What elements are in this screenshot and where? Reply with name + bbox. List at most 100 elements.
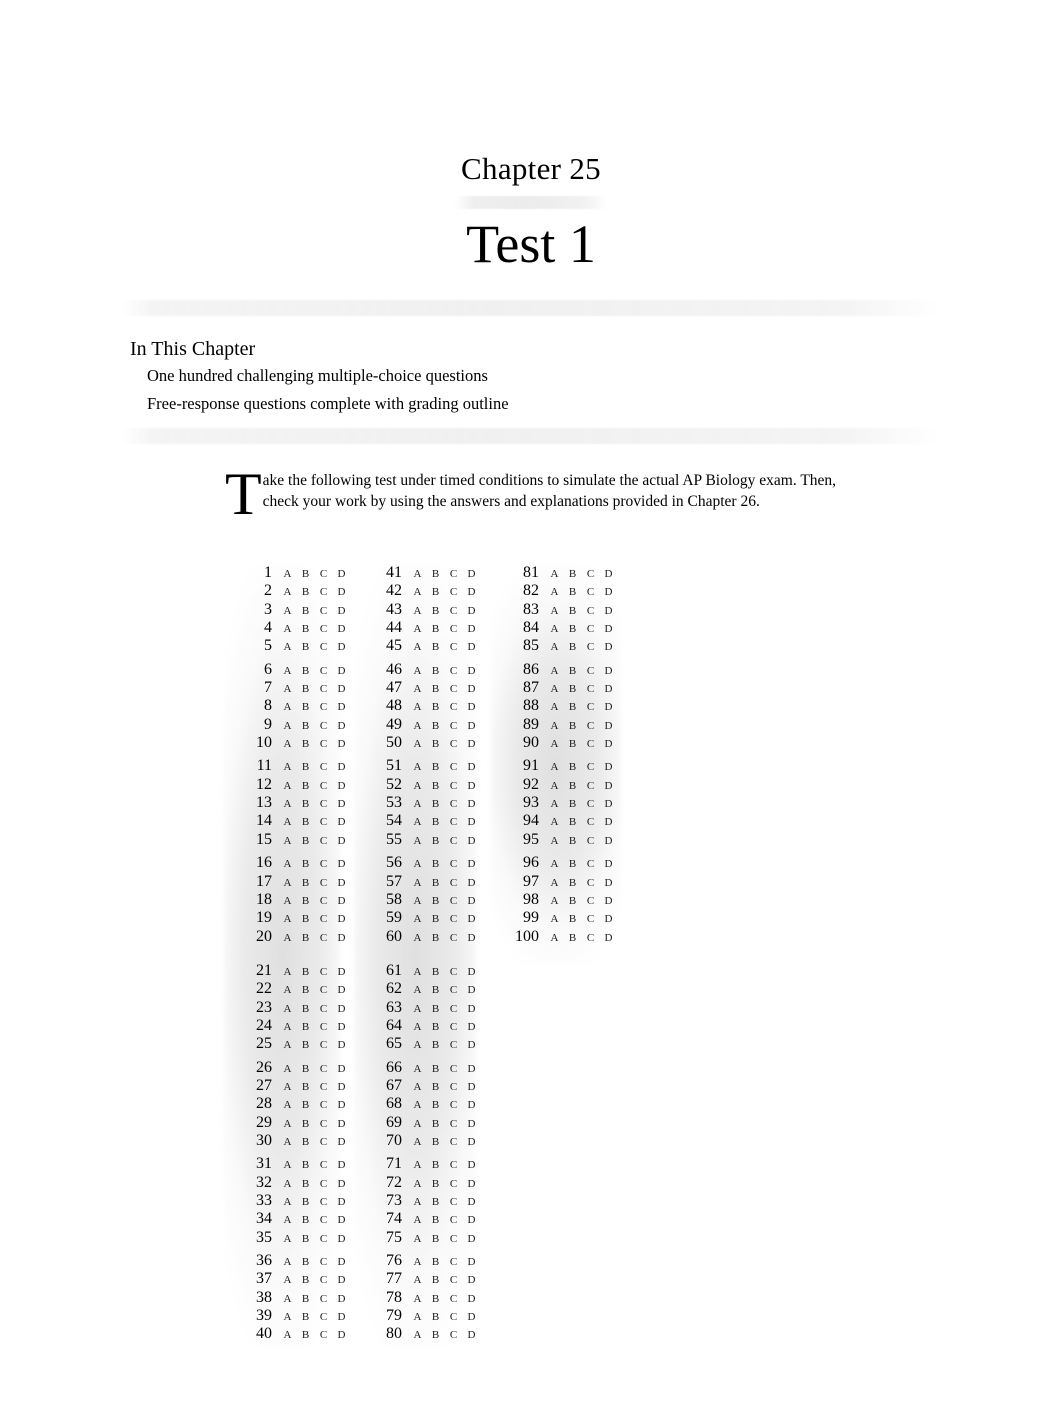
choice-b-q65[interactable]: B (427, 1040, 444, 1051)
answer-row-17[interactable]: 17 A B C D (238, 873, 350, 892)
choice-a-q72[interactable]: A (409, 1178, 426, 1190)
choice-c-q65[interactable]: C (445, 1040, 462, 1051)
choice-d-q39[interactable]: D (333, 1312, 350, 1323)
choice-c-q11[interactable]: C (315, 762, 332, 773)
choice-d-q42[interactable]: D (463, 587, 480, 598)
choice-b-q19[interactable]: B (297, 914, 314, 925)
answer-row-96[interactable]: 96 A B C D (505, 855, 617, 873)
choice-a-q15[interactable]: A (279, 835, 296, 847)
choice-d-q98[interactable]: D (600, 895, 617, 907)
answer-row-1[interactable]: 1ABCD (238, 565, 350, 583)
choice-c-q48[interactable]: C (445, 702, 462, 713)
choice-c-q40[interactable]: C (315, 1330, 332, 1341)
choice-b-q99[interactable]: B (564, 914, 581, 925)
choice-a-q41[interactable]: A (409, 569, 426, 580)
choice-c-q3[interactable]: C (315, 605, 332, 617)
choice-a-q12[interactable]: A (279, 780, 296, 792)
choice-c-q37[interactable]: C (315, 1275, 332, 1286)
answer-row-64[interactable]: 64 A B C D (368, 1017, 480, 1036)
choice-c-q22[interactable]: C (315, 985, 332, 996)
answer-row-75[interactable]: 75 A B C D (368, 1229, 480, 1248)
answer-row-55[interactable]: 55 A B C D (368, 831, 480, 850)
answer-row-76[interactable]: 76 A B C D (368, 1253, 480, 1271)
choice-b-q92[interactable]: B (564, 780, 581, 792)
choice-c-q29[interactable]: C (315, 1118, 332, 1130)
choice-c-q61[interactable]: C (445, 966, 462, 978)
choice-b-q2[interactable]: B (297, 587, 314, 598)
choice-c-q49[interactable]: C (445, 720, 462, 732)
choice-c-q92[interactable]: C (582, 780, 599, 792)
choice-c-q59[interactable]: C (445, 914, 462, 925)
answer-row-53[interactable]: 53 A B C D (368, 795, 480, 813)
choice-c-q51[interactable]: C (445, 762, 462, 773)
choice-c-q75[interactable]: C (445, 1233, 462, 1245)
choice-b-q24[interactable]: B (297, 1021, 314, 1033)
choice-c-q98[interactable]: C (582, 895, 599, 907)
choice-b-q12[interactable]: B (297, 780, 314, 792)
choice-a-q55[interactable]: A (409, 835, 426, 847)
answer-row-81[interactable]: 81 A B C D (505, 565, 617, 583)
choice-d-q38[interactable]: D (333, 1293, 350, 1305)
choice-b-q95[interactable]: B (564, 835, 581, 847)
choice-c-q79[interactable]: C (445, 1312, 462, 1323)
choice-b-q97[interactable]: B (564, 877, 581, 889)
choice-d-q49[interactable]: D (463, 720, 480, 732)
choice-d-q31[interactable]: D (333, 1160, 350, 1171)
answer-row-88[interactable]: 88 A B C D (505, 698, 617, 716)
choice-c-q82[interactable]: C (582, 587, 599, 598)
choice-c-q32[interactable]: C (315, 1178, 332, 1190)
choice-b-q81[interactable]: B (564, 569, 581, 580)
choice-d-q12[interactable]: D (333, 780, 350, 792)
choice-c-q66[interactable]: C (445, 1063, 462, 1075)
choice-c-q95[interactable]: C (582, 835, 599, 847)
choice-c-q45[interactable]: C (445, 642, 462, 653)
choice-d-q9[interactable]: D (333, 720, 350, 732)
choice-a-q19[interactable]: A (279, 914, 296, 925)
choice-c-q16[interactable]: C (315, 859, 332, 870)
choice-d-q88[interactable]: D (600, 702, 617, 713)
choice-c-q12[interactable]: C (315, 780, 332, 792)
choice-c-q2[interactable]: C (315, 587, 332, 598)
answer-row-19[interactable]: 19 A B C D (238, 910, 350, 928)
answer-row-100[interactable]: 100 A B C D (505, 928, 617, 947)
choice-a-q96[interactable]: A (546, 859, 563, 870)
answer-row-38[interactable]: 38 A B C D (238, 1289, 350, 1308)
answer-row-95[interactable]: 95 A B C D (505, 831, 617, 850)
choice-c-q14[interactable]: C (315, 817, 332, 828)
choice-c-q81[interactable]: C (582, 569, 599, 580)
choice-a-q37[interactable]: A (279, 1275, 296, 1286)
choice-b-q63[interactable]: B (427, 1003, 444, 1015)
choice-b-q68[interactable]: B (427, 1100, 444, 1111)
choice-c-q28[interactable]: C (315, 1100, 332, 1111)
choice-d-q16[interactable]: D (333, 859, 350, 870)
choice-a-q63[interactable]: A (409, 1003, 426, 1015)
choice-d-q55[interactable]: D (463, 835, 480, 847)
choice-a-q87[interactable]: A (546, 684, 563, 695)
choice-b-q36[interactable]: B (297, 1257, 314, 1268)
choice-c-q9[interactable]: C (315, 720, 332, 732)
answer-row-12[interactable]: 12 A B C D (238, 776, 350, 795)
choice-a-q74[interactable]: A (409, 1215, 426, 1226)
choice-a-q77[interactable]: A (409, 1275, 426, 1286)
choice-d-q44[interactable]: D (463, 624, 480, 635)
choice-c-q86[interactable]: C (582, 665, 599, 677)
choice-d-q20[interactable]: D (333, 932, 350, 944)
choice-a-q75[interactable]: A (409, 1233, 426, 1245)
choice-a-q61[interactable]: A (409, 966, 426, 978)
choice-b-q70[interactable]: B (427, 1136, 444, 1148)
choice-c-q50[interactable]: C (445, 739, 462, 750)
choice-b-q54[interactable]: B (427, 817, 444, 828)
choice-c-q64[interactable]: C (445, 1021, 462, 1033)
answer-row-84[interactable]: 84 A B C D (505, 620, 617, 638)
answer-row-27[interactable]: 27 A B C D (238, 1077, 350, 1096)
choice-d-q26[interactable]: D (333, 1063, 350, 1075)
choice-a-q7[interactable]: A (279, 684, 296, 695)
choice-c-q5[interactable]: C (315, 642, 332, 653)
answer-row-11[interactable]: 11 A B C D (238, 758, 350, 776)
choice-a-q65[interactable]: A (409, 1040, 426, 1051)
answer-row-77[interactable]: 77 A B C D (368, 1271, 480, 1289)
choice-d-q11[interactable]: D (333, 762, 350, 773)
choice-d-q35[interactable]: D (333, 1233, 350, 1245)
choice-c-q89[interactable]: C (582, 720, 599, 732)
answer-row-42[interactable]: 42 A B C D (368, 583, 480, 601)
